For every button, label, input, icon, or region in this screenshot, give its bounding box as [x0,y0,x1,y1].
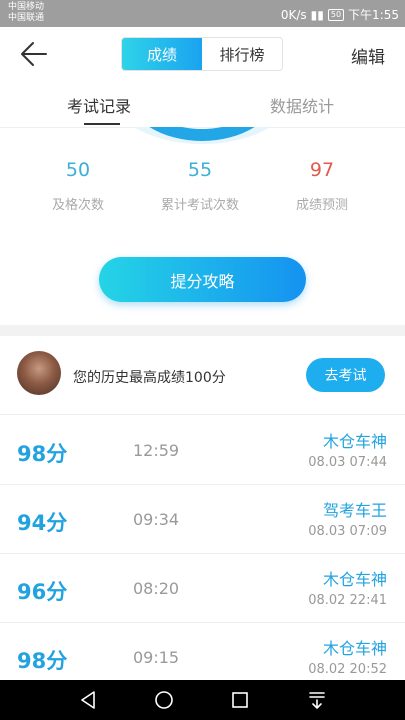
stat-label: 成绩预测 [295,198,348,213]
exam-record-row[interactable]: 94分 09:34 驾考车王 08.03 07:09 [0,484,405,554]
record-duration: 08:20 [133,579,180,598]
signal-icon: ▮▮ [310,7,324,22]
exam-record-row[interactable]: 96分 08:20 木仓车神 08.02 22:41 [0,553,405,623]
stat-value: 50 [65,159,91,181]
score-gauge-arc [133,127,271,144]
system-nav-bar [0,680,405,720]
network-speed: 0K/s [280,7,307,22]
stat-label: 累计考试次数 [160,198,239,213]
tab-exam-records[interactable]: 考试记录 [67,93,131,117]
tab-data-stats[interactable]: 数据统计 [270,93,334,117]
stat-score-prediction: 97 成绩预测 [262,158,382,213]
nav-back-icon[interactable] [76,688,100,712]
record-title: 驾考车王 [322,501,387,520]
status-bar: 中国移动 中国联通 0K/s ▮▮ 50 下午1:55 [0,0,405,27]
stat-pass-count: 50 及格次数 [18,158,138,213]
record-date: 08.02 22:41 [308,593,387,608]
section-divider [0,325,405,336]
score-strategy-button[interactable]: 提分攻略 [99,257,306,302]
stat-label: 及格次数 [51,198,104,213]
record-duration: 09:15 [133,648,180,667]
stat-total-exams: 55 累计考试次数 [140,158,260,213]
record-duration: 09:34 [133,510,180,529]
record-score: 98分 [17,442,68,466]
segment-control: 成绩 排行榜 [121,37,283,71]
nav-recents-icon[interactable] [228,688,252,712]
record-date: 08.03 07:09 [308,524,387,539]
battery-icon: 50 [327,8,345,21]
segment-scores[interactable]: 成绩 [122,38,202,70]
stat-value: 97 [309,159,335,181]
segment-ranking[interactable]: 排行榜 [202,38,282,70]
edit-button[interactable]: 编辑 [351,43,385,68]
record-score: 94分 [17,511,68,535]
record-title: 木仓车神 [322,639,387,658]
top-bar: 成绩 排行榜 编辑 [0,27,405,81]
avatar [17,351,61,395]
nav-home-icon[interactable] [152,688,176,712]
tab-bar: 考试记录 数据统计 [0,81,405,128]
record-score: 98分 [17,649,68,673]
record-duration: 12:59 [133,441,180,460]
record-date: 08.02 20:52 [308,662,387,677]
stat-value: 55 [187,159,213,181]
status-right: 0K/s ▮▮ 50 下午1:55 [281,6,399,23]
record-date: 08.03 07:44 [308,455,387,470]
carrier-2: 中国联通 [8,13,45,23]
nav-notification-icon[interactable] [305,688,329,712]
record-score: 96分 [17,580,68,604]
best-score-row: 您的历史最高成绩100分 去考试 [0,336,405,415]
exam-record-row[interactable]: 98分 12:59 木仓车神 08.03 07:44 [0,415,405,485]
best-score-text: 您的历史最高成绩100分 [73,370,226,386]
go-exam-button[interactable]: 去考试 [306,358,385,392]
record-title: 木仓车神 [322,432,387,451]
carrier-info: 中国移动 中国联通 [8,2,44,24]
back-arrow-icon[interactable] [16,38,52,70]
record-title: 木仓车神 [322,570,387,589]
clock: 下午1:55 [348,8,399,22]
tab-indicator [84,123,120,125]
carrier-1: 中国移动 [8,2,45,12]
